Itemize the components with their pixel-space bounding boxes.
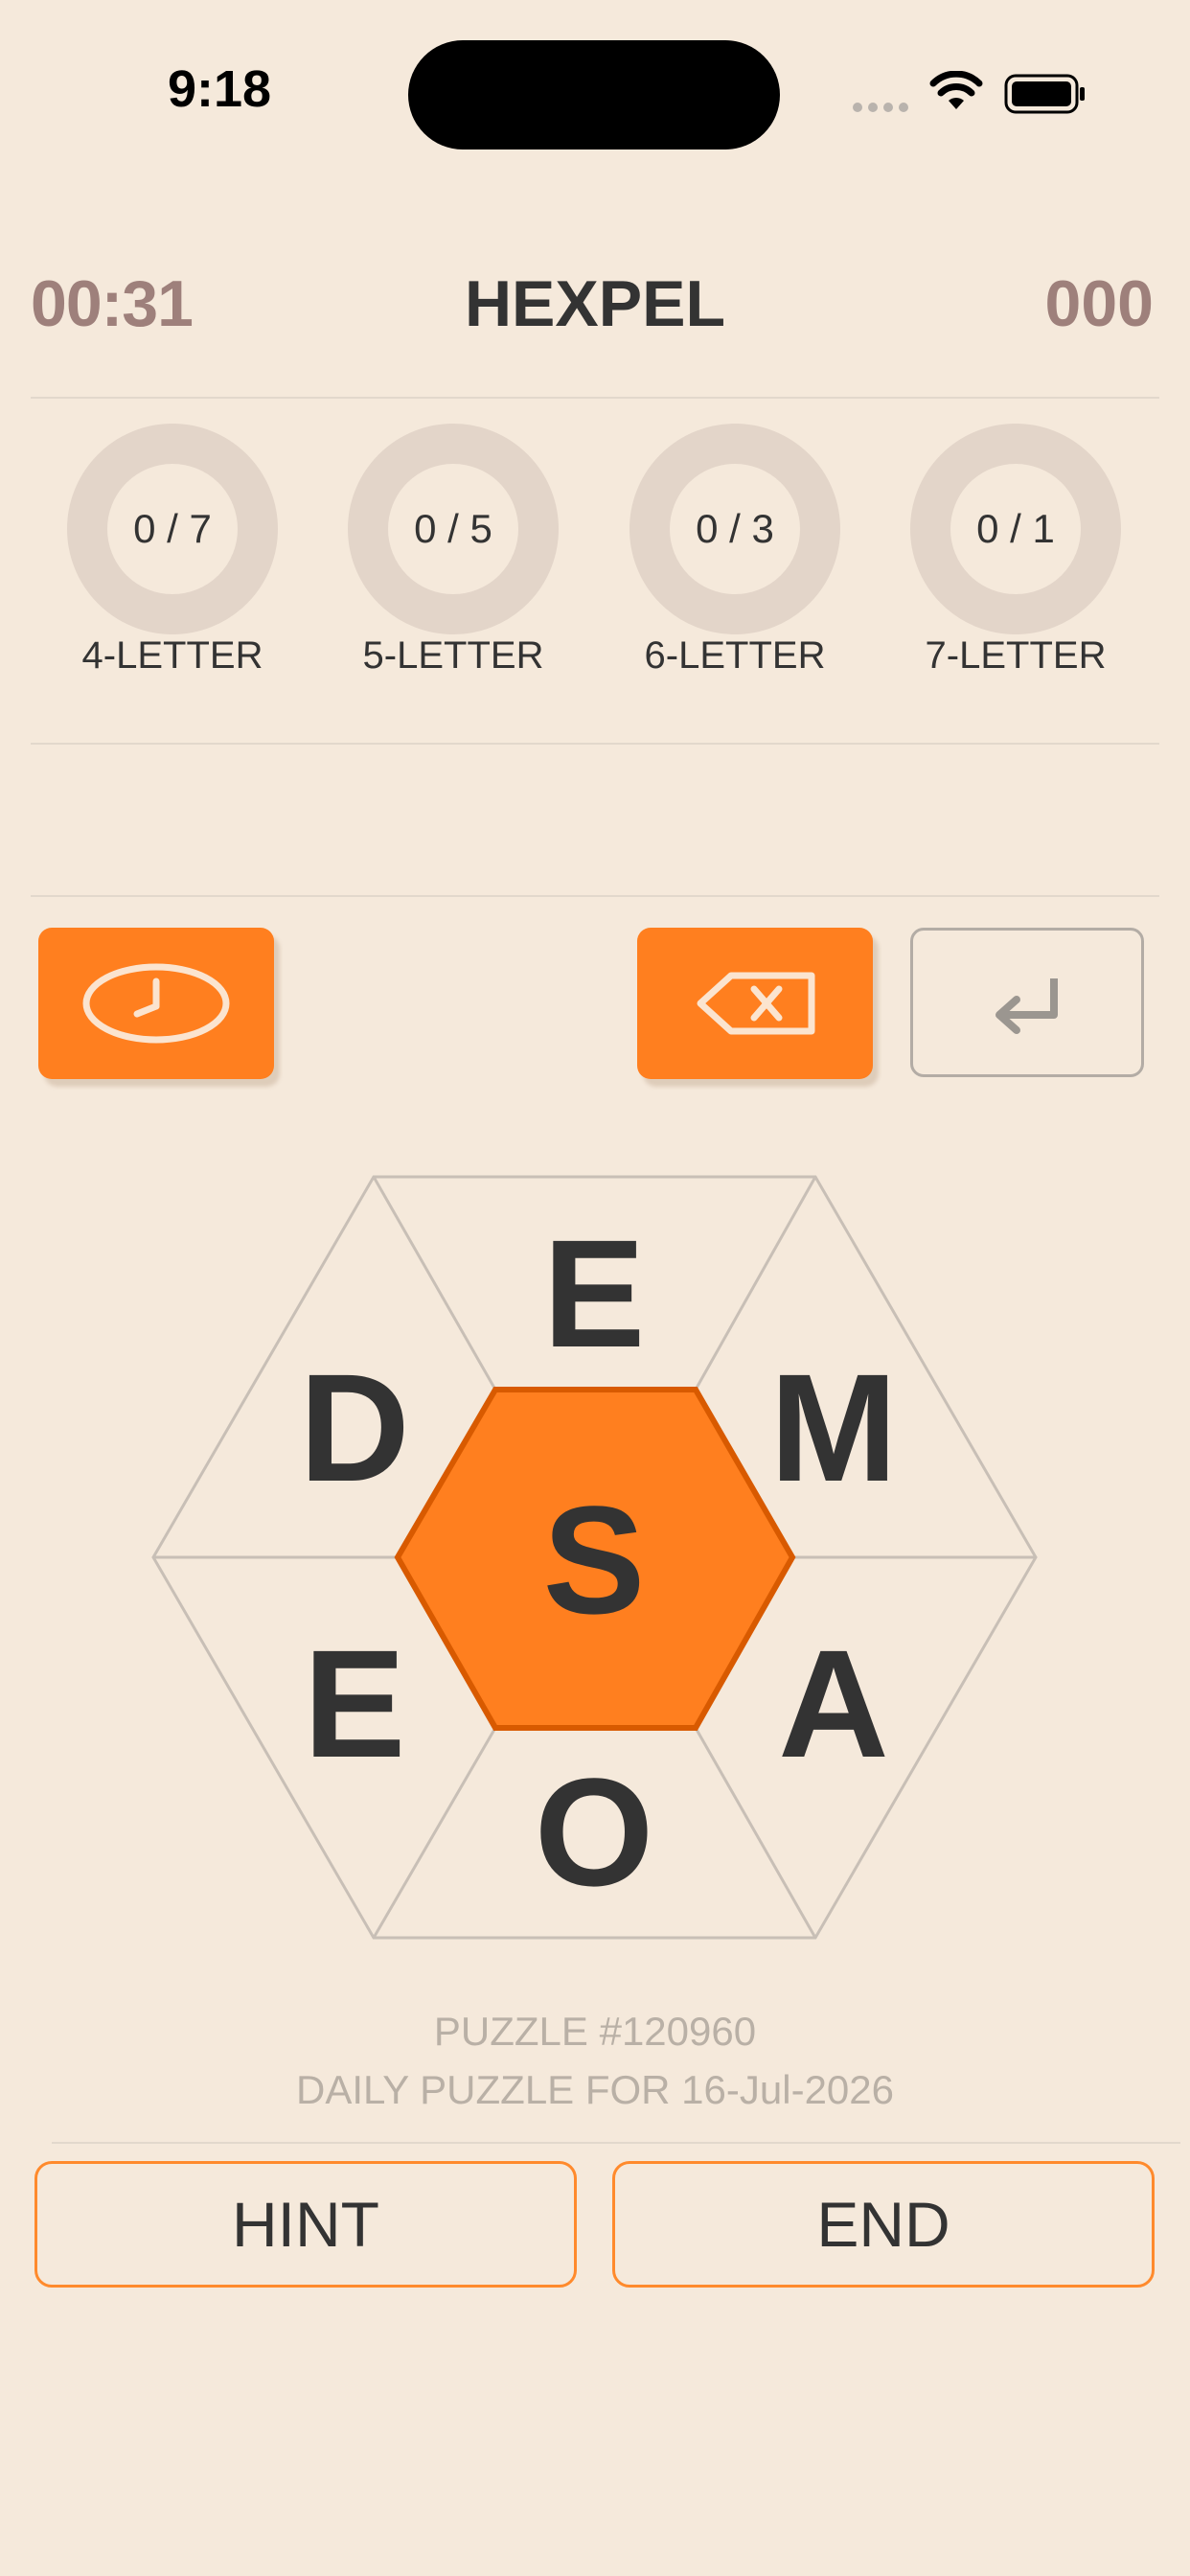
progress-label: 6-LETTER: [644, 634, 826, 677]
progress-label: 4-LETTER: [81, 634, 263, 677]
return-icon: [995, 978, 1058, 1034]
backspace-icon: [697, 972, 815, 1035]
progress-count: 0 / 5: [414, 506, 492, 551]
letter-tile-lower-right[interactable]: A: [757, 1627, 910, 1781]
daily-puzzle-date: DAILY PUZZLE FOR 16-Jul-2026: [295, 2067, 894, 2112]
footer-divider: [52, 2142, 1180, 2144]
end-button[interactable]: END: [612, 2161, 1155, 2288]
battery-icon: [1004, 74, 1085, 114]
progress-count: 0 / 3: [696, 506, 774, 551]
progress-count: 0 / 7: [133, 506, 212, 551]
letter-tile-top[interactable]: E: [517, 1217, 671, 1370]
wifi-icon: [929, 71, 983, 109]
current-word-display: [31, 757, 1159, 891]
progress-ring-4-letter: 0 / 7: [67, 424, 278, 634]
header-divider: [31, 397, 1159, 399]
progress-ring-7-letter: 0 / 1: [910, 424, 1121, 634]
progress-label: 5-LETTER: [362, 634, 544, 677]
timer-toggle-button[interactable]: [38, 928, 274, 1079]
word-divider: [31, 895, 1159, 897]
letter-tile-lower-left[interactable]: E: [278, 1627, 431, 1781]
app-title: HEXPEL: [464, 267, 726, 340]
progress-ring-5-letter: 0 / 5: [348, 424, 559, 634]
submit-word-button[interactable]: [910, 928, 1144, 1077]
signal-dots-icon: [853, 100, 914, 117]
score-display: 000: [1044, 267, 1154, 340]
status-time: 9:18: [168, 60, 272, 118]
delete-letter-button[interactable]: [637, 928, 873, 1079]
puzzle-number: PUZZLE #120960: [433, 2009, 757, 2054]
letter-tile-upper-right[interactable]: M: [757, 1351, 910, 1505]
progress-label: 7-LETTER: [925, 634, 1107, 677]
progress-count: 0 / 1: [976, 506, 1055, 551]
hint-button[interactable]: HINT: [34, 2161, 577, 2288]
letter-tile-upper-left[interactable]: D: [278, 1351, 431, 1505]
progress-ring-6-letter: 0 / 3: [629, 424, 840, 634]
center-letter-tile[interactable]: S: [517, 1484, 671, 1637]
clock-icon: [82, 963, 230, 1044]
letter-tile-bottom[interactable]: O: [517, 1756, 671, 1909]
progress-divider: [31, 743, 1159, 745]
dynamic-island: [408, 40, 780, 150]
